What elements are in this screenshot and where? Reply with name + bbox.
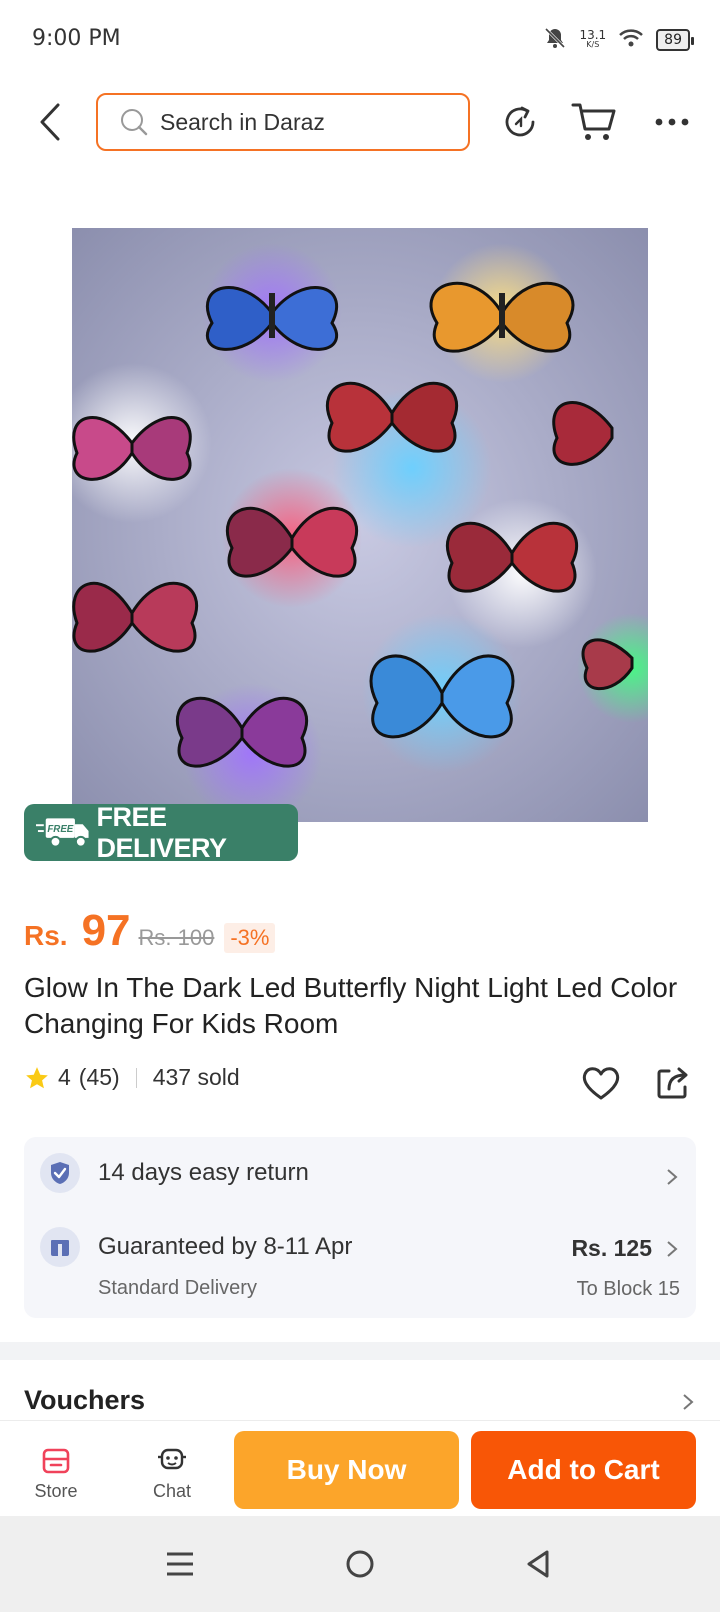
vouchers-title[interactable]: Vouchers <box>24 1385 145 1416</box>
store-button[interactable]: Store <box>16 1447 96 1502</box>
shield-check-icon <box>40 1153 80 1193</box>
battery-icon: 89 <box>656 29 694 51</box>
back-button[interactable] <box>26 96 74 148</box>
chevron-right-icon <box>667 1169 678 1185</box>
delivery-row[interactable]: Guaranteed by 8-11 Apr <box>40 1227 352 1267</box>
buy-now-button[interactable]: Buy Now <box>234 1431 459 1509</box>
delivery-fee: Rs. 125 <box>571 1235 652 1261</box>
star-icon <box>26 1066 48 1088</box>
delivery-truck-icon: FREE <box>36 817 89 848</box>
divider <box>135 1067 137 1088</box>
delivery-card[interactable]: 14 days easy return Guaranteed by 8-11 A… <box>24 1137 696 1318</box>
more-button[interactable] <box>646 96 698 148</box>
price-row: Rs. 97 Rs. 100 -3% <box>24 906 276 956</box>
speed-value: 13.1 <box>579 28 607 42</box>
cart-icon <box>571 103 616 140</box>
original-price: Rs. 100 <box>138 925 215 950</box>
heart-icon <box>582 1067 620 1100</box>
store-label: Store <box>34 1481 78 1501</box>
status-bar: 9:00 PM 13.1 K/S 89 <box>0 0 720 80</box>
share-rotate-button[interactable] <box>494 96 546 148</box>
back-triangle-icon <box>527 1550 549 1578</box>
back-icon <box>40 103 60 141</box>
more-icon <box>655 118 689 126</box>
product-image[interactable] <box>72 228 648 822</box>
home-circle-icon <box>346 1550 374 1578</box>
chevron-right-icon <box>667 1241 678 1257</box>
status-icons: 13.1 K/S 89 <box>543 26 694 54</box>
store-icon <box>42 1448 70 1474</box>
wifi-icon <box>618 27 644 53</box>
menu-icon <box>167 1552 193 1576</box>
return-policy-row[interactable]: 14 days easy return <box>40 1153 309 1193</box>
sold-count: 437 sold <box>152 1064 240 1090</box>
return-policy-text: 14 days easy return <box>98 1159 309 1186</box>
search-icon <box>121 109 148 136</box>
cart-button[interactable] <box>568 96 620 148</box>
share-icon <box>657 1067 688 1099</box>
free-delivery-label: FREE DELIVERY <box>96 801 228 863</box>
product-title: Glow In The Dark Led Butterfly Night Lig… <box>24 972 678 1039</box>
price-currency: Rs. <box>24 920 68 951</box>
speed-unit: K/S <box>586 40 600 49</box>
free-delivery-badge: FREE FREE DELIVERY <box>24 801 298 863</box>
system-nav-bar <box>0 1516 720 1612</box>
chat-label: Chat <box>152 1481 192 1501</box>
header: Search in Daraz <box>0 90 720 154</box>
share-rotate-icon <box>505 106 535 137</box>
search-input[interactable]: Search in Daraz <box>96 93 470 151</box>
svg-text:FREE: FREE <box>47 824 73 835</box>
back-nav-button[interactable] <box>514 1540 562 1588</box>
section-divider <box>0 1342 720 1360</box>
home-button[interactable] <box>336 1540 384 1588</box>
chat-button[interactable]: Chat <box>132 1447 212 1502</box>
rating-row[interactable]: 4 (45) 437 sold <box>24 1064 240 1091</box>
add-to-cart-button[interactable]: Add to Cart <box>471 1431 696 1509</box>
gift-box-icon <box>40 1227 80 1267</box>
rating-value: 4 <box>58 1064 71 1090</box>
delivery-method: Standard Delivery <box>98 1277 257 1299</box>
recent-apps-button[interactable] <box>156 1540 204 1588</box>
chat-icon <box>158 1448 186 1470</box>
share-button[interactable] <box>650 1060 696 1106</box>
review-count: (45) <box>78 1064 120 1090</box>
delivery-destination: To Block 15 <box>576 1278 680 1300</box>
delivery-guarantee: Guaranteed by 8-11 Apr <box>98 1233 353 1260</box>
action-bar: Store Chat Buy Now Add to Cart <box>0 1420 720 1516</box>
chevron-right-icon[interactable] <box>680 1392 696 1412</box>
price-value: 97 <box>81 906 131 955</box>
network-speed: 13.1 K/S <box>579 28 607 50</box>
discount-badge: -3% <box>224 923 276 953</box>
wishlist-button[interactable] <box>578 1060 624 1106</box>
bell-off-icon <box>543 26 567 54</box>
search-placeholder: Search in Daraz <box>160 108 325 135</box>
status-time: 9:00 PM <box>32 26 121 51</box>
